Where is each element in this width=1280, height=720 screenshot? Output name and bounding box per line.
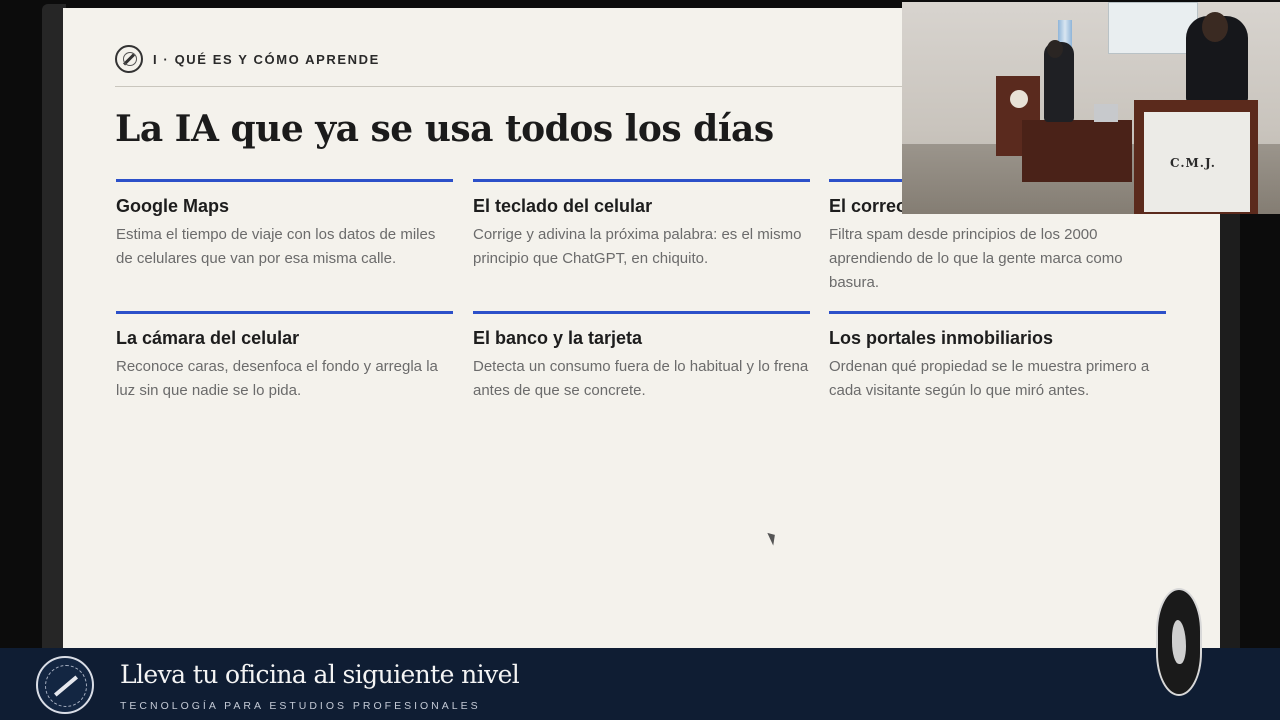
card-banco: El banco y la tarjeta Detecta un consumo… xyxy=(473,311,810,403)
card-description: Filtra spam desde principios de los 2000… xyxy=(829,226,1123,291)
card-accent-bar xyxy=(829,311,1166,314)
webcam-overlay: C.M.J. xyxy=(902,2,1280,214)
card-accent-bar xyxy=(116,179,453,182)
card-portales: Los portales inmobiliarios Ordenan qué p… xyxy=(829,311,1166,403)
right-frame-edge xyxy=(1218,214,1240,648)
lower-third-subtitle: TECNOLOGÍA PARA ESTUDIOS PROFESIONALES xyxy=(120,700,481,712)
section-header: I · QUÉ ES Y CÓMO APRENDE xyxy=(115,45,380,73)
card-title: La cámara del celular xyxy=(116,328,300,348)
gavel-seal-icon xyxy=(115,45,143,73)
lower-third-banner: Lleva tu oficina al siguiente nivel TECN… xyxy=(0,648,1280,720)
cam-podium-sign: C.M.J. xyxy=(1170,156,1216,170)
watermark-seal-icon xyxy=(1156,588,1202,696)
cam-presenter-2-head xyxy=(1202,12,1228,42)
lower-third-title: Lleva tu oficina al siguiente nivel xyxy=(120,660,520,689)
card-description: Corrige y adivina la próxima palabra: es… xyxy=(473,226,802,267)
card-accent-bar xyxy=(116,311,453,314)
cam-podium-emblem xyxy=(1010,90,1028,108)
card-title: El teclado del celular xyxy=(473,196,653,216)
card-accent-bar xyxy=(473,311,810,314)
card-description: Detecta un consumo fuera de lo habitual … xyxy=(473,358,809,399)
card-title: Google Maps xyxy=(116,196,230,216)
section-label: I · QUÉ ES Y CÓMO APRENDE xyxy=(153,51,380,67)
card-google-maps: Google Maps Estima el tiempo de viaje co… xyxy=(116,179,453,271)
gavel-seal-icon xyxy=(36,656,94,714)
card-description: Ordenan qué propiedad se le muestra prim… xyxy=(829,358,1150,399)
mouse-cursor-icon xyxy=(767,530,779,546)
card-teclado: El teclado del celular Corrige y adivina… xyxy=(473,179,810,271)
cam-laptop xyxy=(1094,104,1118,122)
card-accent-bar xyxy=(473,179,810,182)
cam-projection-screen xyxy=(1108,2,1198,54)
slide-title: La IA que ya se usa todos los días xyxy=(115,108,774,150)
header-divider xyxy=(115,86,985,87)
card-title: Los portales inmobiliarios xyxy=(829,328,1054,348)
cam-desk xyxy=(1022,120,1132,182)
card-camara: La cámara del celular Reconoce caras, de… xyxy=(116,311,453,403)
cam-presenter-head xyxy=(1047,40,1063,58)
card-description: Estima el tiempo de viaje con los datos … xyxy=(116,226,436,267)
card-title: El banco y la tarjeta xyxy=(473,328,643,348)
card-description: Reconoce caras, desenfoca el fondo y arr… xyxy=(116,358,438,399)
